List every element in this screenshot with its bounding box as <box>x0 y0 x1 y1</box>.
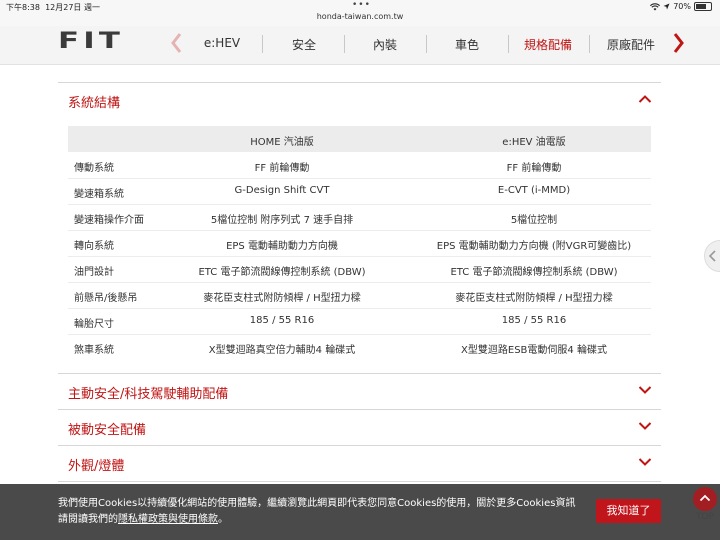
section-passive-safety[interactable]: 被動安全配備 <box>58 409 661 444</box>
table-row: 前懸吊/後懸吊 麥花臣支柱式附防傾桿 / H型扭力樑 麥花臣支柱式附防傾桿 / … <box>68 282 651 309</box>
table-header-cell: HOME 汽油版 <box>250 137 314 148</box>
section-title: 系統結構 <box>68 96 121 111</box>
table-row: 傳動系統 FF 前輪傳動 FF 前輪傳動 <box>68 152 651 179</box>
spec-value-home: 185 / 55 R16 <box>249 315 315 326</box>
spec-value-ehev: FF 前輪傳動 <box>506 163 562 174</box>
top-nav: FIT e:HEV 安全 內裝 車色 規格配備 原廠配件 <box>0 26 720 65</box>
spec-value-ehev: EPS 電動輔助動力方向機 (附VGR可變齒比) <box>436 241 632 252</box>
cookie-accept-button[interactable]: 我知道了 <box>596 499 661 523</box>
side-drawer-tab[interactable] <box>704 240 720 272</box>
chevron-down-icon <box>638 458 652 466</box>
nav-item-accessories[interactable]: 原廠配件 <box>600 36 662 53</box>
address-bar[interactable]: honda-taiwan.com.tw <box>0 12 720 21</box>
nav-item-ehev[interactable]: e:HEV <box>198 36 246 50</box>
table-row: 變速箱操作介面 5檔位控制 附序列式 7 速手自排 5檔位控制 <box>68 204 651 231</box>
fit-logo[interactable]: FIT <box>58 29 124 54</box>
nav-item-specs[interactable]: 規格配備 <box>517 36 579 53</box>
nav-divider <box>344 35 345 53</box>
location-icon <box>663 3 670 10</box>
spec-label: 傳動系統 <box>74 163 114 174</box>
section-active-safety[interactable]: 主動安全/科技駕駛輔助配備 <box>58 373 661 408</box>
spec-label: 變速箱操作介面 <box>74 215 144 226</box>
spec-value-home: G-Design Shift CVT <box>234 185 330 196</box>
spec-value-home: FF 前輪傳動 <box>254 163 310 174</box>
nav-prev-arrow-icon[interactable] <box>167 30 187 56</box>
spec-value-ehev: 5檔位控制 <box>510 215 558 226</box>
table-header-cell: e:HEV 油電版 <box>502 137 566 148</box>
nav-item-safety[interactable]: 安全 <box>280 36 328 53</box>
nav-item-interior[interactable]: 內裝 <box>361 36 409 53</box>
spec-value-home: 麥花臣支柱式附防傾桿 / H型扭力樑 <box>203 293 361 304</box>
spec-label: 油門設計 <box>74 267 114 278</box>
table-row: 煞車系統 X型雙迴路真空倍力輔助4 輪碟式 X型雙迴路ESB電動伺服4 輪碟式 <box>68 334 651 360</box>
nav-divider <box>508 35 509 53</box>
multitask-dots-icon[interactable]: ••• <box>352 0 371 10</box>
section-system-structure[interactable]: 系統結構 <box>58 82 661 117</box>
spec-value-home: EPS 電動輔助動力方向機 <box>226 241 338 252</box>
spec-label: 轉向系統 <box>74 241 114 252</box>
table-row: 轉向系統 EPS 電動輔助動力方向機 EPS 電動輔助動力方向機 (附VGR可變… <box>68 230 651 257</box>
chevron-up-icon <box>638 95 652 103</box>
cookie-banner: 我們使用Cookies以持續優化網站的使用體驗，繼續瀏覽此網頁即代表您同意Coo… <box>0 484 720 540</box>
section-title: 主動安全/科技駕駛輔助配備 <box>68 387 229 402</box>
spec-value-ehev: 麥花臣支柱式附防傾桿 / H型扭力樑 <box>455 293 613 304</box>
back-to-top-label: TOP <box>695 512 714 522</box>
spec-label: 輪胎尺寸 <box>74 319 114 330</box>
nav-divider <box>589 35 590 53</box>
chevron-left-icon <box>708 250 716 262</box>
section-divider <box>58 481 661 482</box>
spec-value-ehev: 185 / 55 R16 <box>501 315 567 326</box>
privacy-policy-link[interactable]: 隱私權政策與使用條款 <box>118 514 218 525</box>
nav-divider <box>426 35 427 53</box>
table-row: 油門設計 ETC 電子節流閥線傳控制系統 (DBW) ETC 電子節流閥線傳控制… <box>68 256 651 283</box>
battery-icon <box>694 2 712 11</box>
nav-divider <box>262 35 263 53</box>
spec-value-ehev: X型雙迴路ESB電動伺服4 輪碟式 <box>461 345 607 356</box>
spec-label: 前懸吊/後懸吊 <box>74 293 138 304</box>
spec-value-home: X型雙迴路真空倍力輔助4 輪碟式 <box>208 345 356 356</box>
section-title: 被動安全配備 <box>68 423 147 438</box>
table-row: 輪胎尺寸 185 / 55 R16 185 / 55 R16 <box>68 308 651 335</box>
spec-value-home: 5檔位控制 附序列式 7 速手自排 <box>210 215 354 226</box>
spec-value-home: ETC 電子節流閥線傳控制系統 (DBW) <box>198 267 366 278</box>
status-bar: 下午8:38 12月27日 週一 ••• honda-taiwan.com.tw… <box>0 0 720 26</box>
spec-value-ehev: E-CVT (i-MMD) <box>497 185 571 196</box>
table-row: 變速箱系統 G-Design Shift CVT E-CVT (i-MMD) <box>68 178 651 205</box>
chevron-up-icon <box>699 494 711 502</box>
table-header-row: HOME 汽油版 e:HEV 油電版 <box>68 126 651 152</box>
nav-item-colors[interactable]: 車色 <box>443 36 491 53</box>
spec-label: 變速箱系統 <box>74 189 124 200</box>
chevron-down-icon <box>638 386 652 394</box>
chevron-down-icon <box>638 422 652 430</box>
battery-percent: 70% <box>673 2 691 11</box>
cookie-message: 我們使用Cookies以持續優化網站的使用體驗，繼續瀏覽此網頁即代表您同意Coo… <box>58 498 576 525</box>
spec-label: 煞車系統 <box>74 345 114 356</box>
back-to-top-button[interactable] <box>693 487 717 511</box>
section-exterior-lights[interactable]: 外觀/燈體 <box>58 445 661 480</box>
spec-value-ehev: ETC 電子節流閥線傳控制系統 (DBW) <box>450 267 618 278</box>
status-right: 70% <box>650 2 712 11</box>
nav-next-arrow-icon[interactable] <box>668 30 688 56</box>
section-title: 外觀/燈體 <box>68 459 125 474</box>
wifi-icon <box>650 2 661 10</box>
